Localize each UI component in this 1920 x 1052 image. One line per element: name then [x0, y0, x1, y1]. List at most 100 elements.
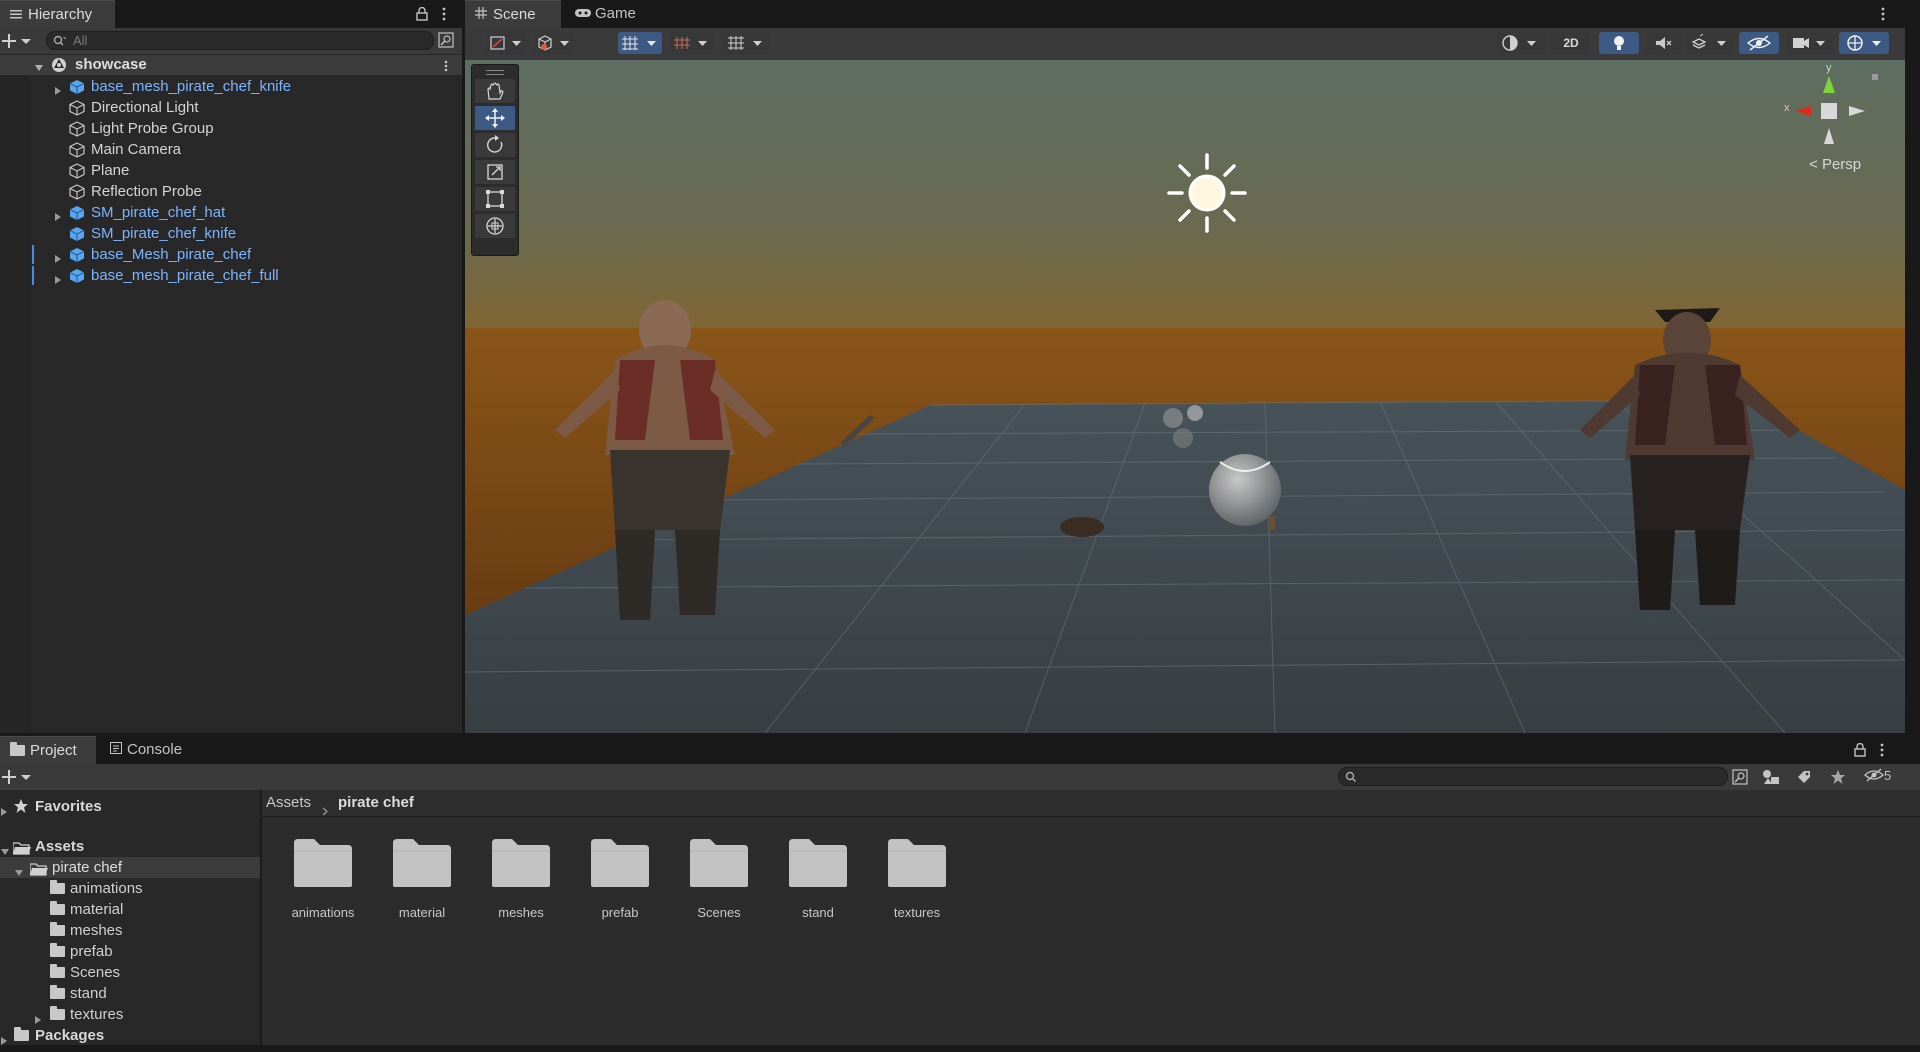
drag-handle-icon[interactable]: [486, 70, 504, 75]
folder-tile[interactable]: meshes: [476, 837, 566, 920]
breadcrumb-assets[interactable]: Assets: [266, 790, 311, 816]
project-tree-folder-label: textures: [70, 1006, 124, 1023]
lighting-toggle[interactable]: [1599, 32, 1639, 54]
project-more-icon[interactable]: [1880, 743, 1884, 760]
hierarchy-item[interactable]: Light Probe Group: [0, 118, 462, 139]
2d-toggle-button[interactable]: 2D: [1551, 32, 1591, 54]
search-by-type-icon[interactable]: [1732, 769, 1748, 788]
tab-console[interactable]: Console: [100, 736, 200, 764]
folder-icon: [688, 837, 750, 889]
pirate-chef-folder-row[interactable]: pirate chef: [0, 857, 260, 878]
folder-icon: [787, 837, 849, 889]
hierarchy-item[interactable]: Directional Light: [0, 97, 462, 118]
project-tree-folder[interactable]: meshes: [0, 920, 260, 941]
draw-mode-dropdown[interactable]: [485, 32, 527, 54]
render-mode-dropdown[interactable]: [533, 32, 575, 54]
folder-tile[interactable]: animations: [278, 837, 368, 920]
shading-dropdown[interactable]: [1497, 32, 1545, 54]
filter-by-type-icon[interactable]: [1762, 769, 1780, 788]
increment-snap-dropdown[interactable]: [671, 32, 713, 54]
collapse-arrow-icon[interactable]: [34, 60, 44, 76]
hierarchy-item[interactable]: Reflection Probe: [0, 181, 462, 202]
transform-tool-icon[interactable]: [475, 214, 515, 238]
scene-root-row[interactable]: showcase: [0, 55, 462, 75]
folder-tile[interactable]: textures: [872, 837, 962, 920]
breadcrumb-pirate-chef[interactable]: pirate chef: [338, 790, 414, 816]
audio-toggle[interactable]: [1645, 32, 1681, 54]
expand-arrow-icon[interactable]: [54, 270, 62, 291]
filter-by-label-icon[interactable]: [1796, 769, 1812, 788]
grid-visibility-dropdown[interactable]: [723, 32, 769, 54]
gizmo-x-label: x: [1784, 102, 1790, 114]
folder-icon: [50, 964, 65, 978]
scale-tool-icon[interactable]: [475, 160, 515, 184]
lock-icon[interactable]: [416, 6, 428, 24]
persp-label[interactable]: < Persp: [1809, 156, 1861, 173]
breadcrumb: Assets pirate chef: [262, 790, 1920, 817]
folder-icon: [50, 922, 65, 936]
project-tree-folder[interactable]: animations: [0, 878, 260, 899]
hierarchy-item[interactable]: base_mesh_pirate_chef_knife: [0, 76, 462, 97]
tab-game[interactable]: Game: [565, 0, 655, 28]
hierarchy-item[interactable]: Main Camera: [0, 139, 462, 160]
gizmos-dropdown[interactable]: [1839, 32, 1889, 54]
tab-hierarchy[interactable]: Hierarchy: [0, 0, 115, 28]
reflection-probe-sphere: [1209, 454, 1281, 526]
folder-icon: [589, 837, 651, 889]
hierarchy-item[interactable]: Plane: [0, 160, 462, 181]
scene-viewport[interactable]: y x < Persp: [465, 60, 1905, 733]
hand-tool-icon[interactable]: [475, 79, 515, 103]
project-tree-folder[interactable]: stand: [0, 983, 260, 1004]
folder-tile[interactable]: Scenes: [674, 837, 764, 920]
project-add-dropdown[interactable]: [2, 768, 32, 789]
list-icon: [10, 1, 22, 29]
project-search-input[interactable]: [1338, 767, 1728, 786]
folder-tile[interactable]: material: [377, 837, 467, 920]
scene-visibility-toggle[interactable]: [1739, 32, 1779, 54]
scene-more-icon[interactable]: [444, 59, 448, 75]
hierarchy-item[interactable]: SM_pirate_chef_hat: [0, 202, 462, 223]
hidden-packages-toggle[interactable]: 5: [1864, 768, 1891, 785]
search-icon: [1345, 770, 1357, 786]
hierarchy-item[interactable]: SM_pirate_chef_knife: [0, 223, 462, 244]
expand-arrow-icon[interactable]: [0, 1031, 8, 1052]
folder-tile[interactable]: stand: [773, 837, 863, 920]
favorite-star-icon[interactable]: [1830, 769, 1846, 788]
search-icon: [53, 34, 67, 50]
project-tree-folder[interactable]: material: [0, 899, 260, 920]
expand-arrow-icon[interactable]: [0, 802, 8, 823]
folder-grid: animations material meshes prefab Scenes stan…: [262, 817, 1920, 1045]
more-options-icon[interactable]: [442, 7, 446, 24]
packages-label: Packages: [35, 1027, 105, 1044]
hierarchy-panel: Hierarchy All showcase base_mesh_pirate_…: [0, 0, 462, 733]
scene-more-options-icon[interactable]: [1881, 7, 1885, 24]
scene-right-edge: [1905, 0, 1920, 733]
project-lock-icon[interactable]: [1854, 742, 1866, 760]
grid-snap-toggle[interactable]: [618, 32, 662, 54]
hierarchy-search-input[interactable]: All: [46, 31, 434, 50]
move-tool-icon[interactable]: [475, 106, 515, 130]
rect-tool-icon[interactable]: [475, 187, 515, 211]
project-tree-folder[interactable]: textures: [0, 1004, 260, 1025]
camera-settings-dropdown[interactable]: [1785, 32, 1833, 54]
hidden-count: 5: [1884, 768, 1892, 783]
folder-icon: [50, 1006, 65, 1020]
effects-dropdown[interactable]: [1687, 32, 1733, 54]
folder-icon: [50, 985, 65, 999]
project-tree-folder[interactable]: Scenes: [0, 962, 260, 983]
hierarchy-item[interactable]: base_mesh_pirate_chef_full: [0, 265, 462, 286]
folder-tile[interactable]: prefab: [575, 837, 665, 920]
hierarchy-item-label: Reflection Probe: [91, 183, 202, 200]
left-gutter: [0, 76, 30, 733]
hierarchy-item-label: Main Camera: [91, 141, 182, 158]
orientation-gizmo[interactable]: y x < Persp: [1775, 62, 1895, 178]
tab-scene[interactable]: Scene: [465, 0, 561, 28]
add-dropdown-button[interactable]: [2, 32, 32, 50]
project-tree-folder-label: meshes: [70, 922, 123, 939]
tab-project[interactable]: Project: [0, 736, 96, 764]
project-tree-folder[interactable]: prefab: [0, 941, 260, 962]
rotate-tool-icon[interactable]: [475, 133, 515, 157]
hierarchy-item[interactable]: base_Mesh_pirate_chef: [0, 244, 462, 265]
tab-label: Console: [127, 741, 183, 758]
search-by-type-icon[interactable]: [438, 32, 454, 51]
